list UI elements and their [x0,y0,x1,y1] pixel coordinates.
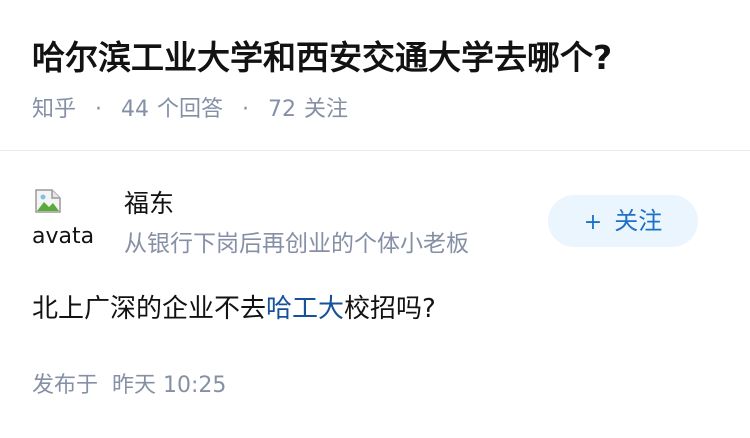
answer-time[interactable]: 发布于 昨天 10:25 [32,370,226,402]
published-label: 发布于 [32,373,99,398]
answer-count-number: 44 [121,97,150,122]
answer-count-label: 个回答 [157,97,224,122]
follower-count: 72 关注 [268,97,348,122]
question-title[interactable]: 哈尔滨工业大学和西安交通大学去哪个? [32,34,612,82]
meta-separator: · [95,97,103,122]
avatar-alt-text: avatar [32,224,96,249]
answer-text-after: 校招吗? [344,294,436,324]
plus-icon: + [583,210,603,235]
question-header: 哈尔滨工业大学和西安交通大学去哪个? 知乎 · 44 个回答 · 72 关注 [0,0,750,151]
author-bio: 从银行下岗后再创业的个体小老板 [124,231,469,257]
keyword-link[interactable]: 哈工大 [266,294,344,324]
follower-count-label: 关注 [304,97,349,122]
meta-separator: · [242,97,250,122]
answer-count[interactable]: 44 个回答 [121,97,223,122]
answer-card: avatar 福东 从银行下岗后再创业的个体小老板 + 关注 北上广深的企业不去哈… [0,151,750,438]
author-name[interactable]: 福东 [124,187,174,221]
broken-image-icon [35,189,61,213]
answer-text-before: 北上广深的企业不去 [32,294,267,324]
follower-count-number: 72 [268,97,297,122]
published-time: 昨天 10:25 [112,373,227,398]
source-label[interactable]: 知乎 [32,97,76,122]
follow-button[interactable]: + 关注 [548,195,698,247]
answer-content[interactable]: 北上广深的企业不去哈工大校招吗? [32,289,436,329]
question-meta: 知乎 · 44 个回答 · 72 关注 [32,94,348,126]
avatar[interactable]: avatar [32,186,96,250]
follow-button-label: 关注 [614,207,663,235]
